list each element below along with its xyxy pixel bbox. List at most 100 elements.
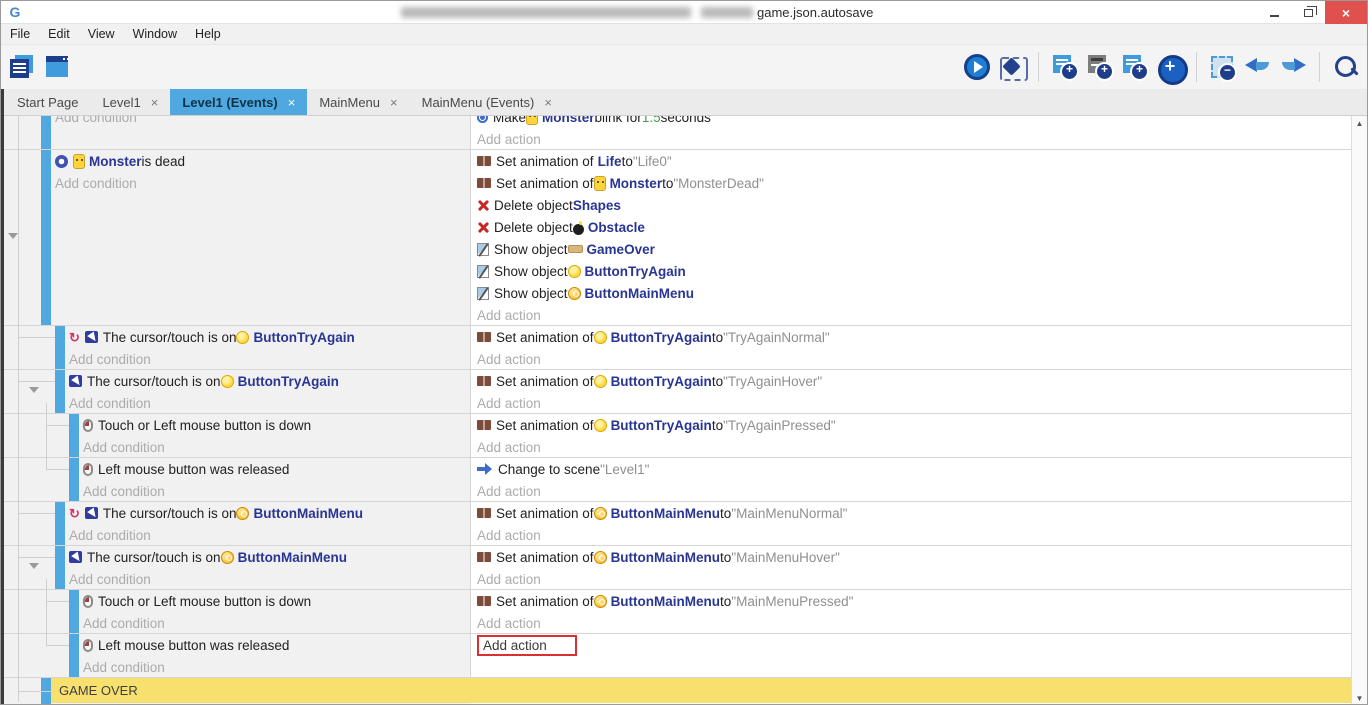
scroll-up-icon[interactable]: ▲	[1356, 116, 1364, 131]
event-handle[interactable]	[55, 546, 65, 589]
tab-close-icon[interactable]: ×	[151, 95, 159, 110]
event-handle[interactable]	[55, 370, 65, 413]
actions-cell[interactable]: Set animation of ButtonTryAgain to "TryA…	[471, 326, 1351, 369]
add-condition-link[interactable]: Add condition	[69, 568, 470, 590]
conditions-cell[interactable]: Add condition	[1, 116, 471, 149]
add-action-link[interactable]: Add action	[477, 348, 1351, 370]
action[interactable]: Set animation of Monster to "MonsterDead…	[477, 172, 1351, 194]
condition[interactable]: Touch or Left mouse button is down	[83, 414, 470, 436]
add-condition-link[interactable]: Add condition	[55, 116, 470, 128]
add-action-link[interactable]: Add action	[477, 436, 1351, 458]
add-condition-link[interactable]: Add condition	[69, 524, 470, 546]
tab-level1-events[interactable]: Level1 (Events)×	[170, 89, 307, 115]
redo-icon[interactable]	[1280, 54, 1306, 80]
add-link[interactable]: Add action	[477, 132, 541, 147]
menu-window[interactable]: Window	[124, 24, 186, 45]
event-handle[interactable]	[69, 414, 79, 457]
tab-start-page[interactable]: Start Page	[5, 89, 90, 115]
action[interactable]: Show object ButtonTryAgain	[477, 260, 1351, 282]
condition[interactable]: ↻The cursor/touch is on ButtonMainMenu	[69, 502, 470, 524]
add-link[interactable]: Add action	[477, 528, 541, 543]
add-condition-link[interactable]: Add condition	[55, 172, 470, 194]
add-link[interactable]: Add condition	[69, 572, 151, 587]
add-action-highlighted[interactable]: Add action	[477, 635, 577, 656]
add-link[interactable]: Add action	[477, 440, 541, 455]
add-event-icon[interactable]	[1052, 54, 1078, 80]
menu-edit[interactable]: Edit	[39, 24, 79, 45]
add-action-link[interactable]: Add action	[477, 634, 1351, 656]
vertical-scrollbar[interactable]: ▲ ▼	[1351, 116, 1367, 705]
event-handle[interactable]	[41, 116, 51, 149]
action[interactable]: Set animation of ButtonTryAgain to "TryA…	[477, 414, 1351, 436]
search-icon[interactable]	[1333, 54, 1359, 80]
actions-cell[interactable]: Change to scene "Level1" Add action	[471, 458, 1351, 501]
action[interactable]: Make Monster blink for 1.5 seconds	[477, 116, 1351, 128]
tab-mainmenu-events[interactable]: MainMenu (Events)×	[410, 89, 564, 115]
menu-file[interactable]: File	[1, 24, 39, 45]
add-link[interactable]: Add condition	[55, 116, 137, 125]
tab-close-icon[interactable]: ×	[544, 95, 552, 110]
action[interactable]	[477, 656, 1351, 678]
action[interactable]: Change to scene "Level1"	[477, 458, 1351, 480]
tab-level1[interactable]: Level1×	[90, 89, 170, 115]
conditions-cell[interactable]: Left mouse button was released Add condit…	[1, 458, 471, 501]
action[interactable]: Show object GameOver	[477, 238, 1351, 260]
collapse-arrow-icon[interactable]	[8, 233, 18, 239]
add-subevent-icon[interactable]	[1087, 54, 1113, 80]
add-link[interactable]: Add condition	[69, 528, 151, 543]
action[interactable]: Set animation of ButtonTryAgain to "TryA…	[477, 326, 1351, 348]
add-link[interactable]: Add action	[477, 484, 541, 499]
add-action-link[interactable]: Add action	[477, 568, 1351, 590]
undo-icon[interactable]	[1245, 54, 1271, 80]
collapse-arrow-icon[interactable]	[29, 387, 39, 393]
event-handle[interactable]	[41, 150, 51, 325]
actions-cell[interactable]: Set animation of ButtonMainMenu to "Main…	[471, 546, 1351, 589]
actions-cell[interactable]: Set animation of ButtonMainMenu to "Main…	[471, 502, 1351, 545]
tab-mainmenu[interactable]: MainMenu×	[307, 89, 409, 115]
action[interactable]: Delete object Shapes	[477, 194, 1351, 216]
actions-cell[interactable]: Set animation of ButtonMainMenu to "Main…	[471, 590, 1351, 633]
add-link[interactable]: Add condition	[55, 176, 137, 191]
tab-close-icon[interactable]: ×	[390, 95, 398, 110]
actions-cell[interactable]: Add action	[471, 634, 1351, 677]
event-handle[interactable]	[55, 326, 65, 369]
add-link[interactable]: Add condition	[83, 660, 165, 675]
add-link[interactable]: Add condition	[83, 484, 165, 499]
condition[interactable]: Left mouse button was released	[83, 634, 470, 656]
action[interactable]: Delete object Obstacle	[477, 216, 1351, 238]
add-condition-link[interactable]: Add condition	[69, 392, 470, 414]
add-action-link[interactable]: Add action	[477, 128, 1351, 150]
conditions-cell[interactable]: The cursor/touch is on ButtonTryAgainAdd…	[1, 370, 471, 413]
add-condition-link[interactable]: Add condition	[83, 436, 470, 458]
add-action-link[interactable]: Add action	[477, 480, 1351, 502]
action[interactable]: Set animation of Life to "Life0"	[477, 150, 1351, 172]
add-comment-icon[interactable]	[1122, 54, 1148, 80]
add-condition-link[interactable]: Add condition	[69, 348, 470, 370]
add-condition-link[interactable]: Add condition	[83, 612, 470, 634]
restore-button[interactable]	[1291, 1, 1325, 24]
tab-close-icon[interactable]: ×	[288, 95, 296, 110]
conditions-cell[interactable]: ↻The cursor/touch is on ButtonTryAgainAd…	[1, 326, 471, 369]
actions-cell[interactable]: Set animation of ButtonTryAgain to "TryA…	[471, 370, 1351, 413]
condition[interactable]: Monster is dead	[55, 150, 470, 172]
action[interactable]: Set animation of ButtonMainMenu to "Main…	[477, 546, 1351, 568]
add-action-link[interactable]: Add action	[477, 524, 1351, 546]
action[interactable]: Set animation of ButtonTryAgain to "TryA…	[477, 370, 1351, 392]
conditions-cell[interactable]: Touch or Left mouse button is downAdd co…	[1, 414, 471, 457]
event-handle[interactable]	[69, 634, 79, 677]
add-action-link[interactable]: Add action	[477, 392, 1351, 414]
add-circle-icon[interactable]	[1157, 54, 1183, 80]
scroll-down-icon[interactable]: ▼	[1356, 691, 1364, 705]
condition[interactable]: Touch or Left mouse button is down	[83, 590, 470, 612]
add-link[interactable]: Add condition	[83, 616, 165, 631]
event-handle[interactable]	[69, 590, 79, 633]
condition[interactable]: The cursor/touch is on ButtonMainMenu	[69, 546, 470, 568]
add-condition-link[interactable]: Add condition	[83, 656, 470, 678]
actions-cell[interactable]: Set animation of ButtonTryAgain to "TryA…	[471, 414, 1351, 457]
condition[interactable]: Left mouse button was released	[83, 458, 470, 480]
collapse-arrow-icon[interactable]	[29, 563, 39, 569]
event-handle[interactable]	[55, 502, 65, 545]
menu-view[interactable]: View	[79, 24, 124, 45]
add-link[interactable]: Add action	[477, 572, 541, 587]
add-condition-link[interactable]: Add condition	[83, 480, 470, 502]
